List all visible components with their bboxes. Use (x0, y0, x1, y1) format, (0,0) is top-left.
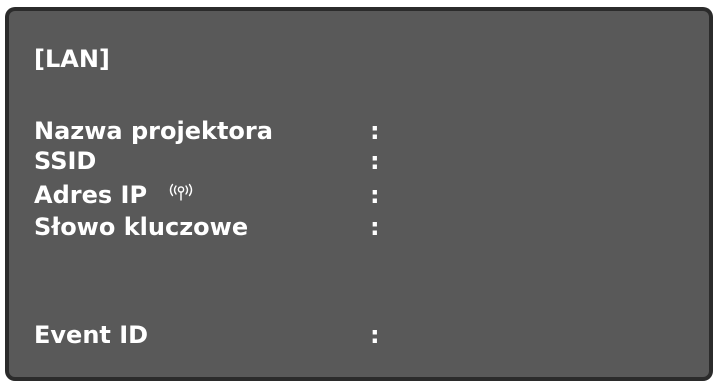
event-id-label: Event ID (34, 321, 149, 349)
info-row-event-id: Event ID : (34, 321, 674, 349)
event-id-separator: : (370, 321, 380, 349)
info-row-projector-name: Nazwa projektora : (34, 117, 674, 145)
info-row-keyword: Słowo kluczowe : (34, 213, 674, 241)
ssid-label: SSID (34, 147, 97, 175)
screen-title: [LAN] (34, 45, 110, 73)
ip-address-label-group: Adres IP (34, 181, 197, 209)
projector-name-label: Nazwa projektora (34, 117, 273, 145)
keyword-label: Słowo kluczowe (34, 213, 249, 241)
ssid-separator: : (370, 147, 380, 175)
info-row-ssid: SSID : (34, 147, 674, 175)
wireless-signal-icon (170, 183, 193, 201)
info-row-ip-address: Adres IP : (34, 181, 674, 209)
keyword-separator: : (370, 213, 380, 241)
lan-info-screen: [LAN] Nazwa projektora : SSID : Adres IP (9, 11, 709, 377)
ip-address-label: Adres IP (34, 181, 148, 209)
ip-address-separator: : (370, 181, 380, 209)
projector-name-separator: : (370, 117, 380, 145)
